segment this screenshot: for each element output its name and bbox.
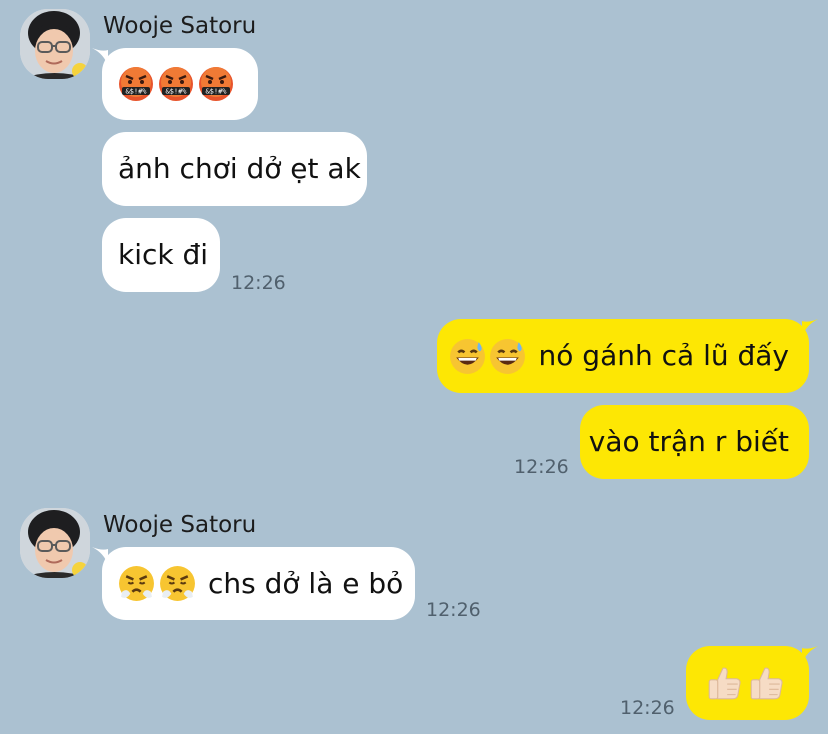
avatar[interactable]: [20, 9, 90, 79]
timestamp: 12:26: [231, 272, 286, 294]
emoji-row: [118, 565, 200, 602]
bubble-tail: [802, 319, 818, 337]
message-text: chs dở là e bỏ: [208, 566, 404, 600]
cursing-face-emoji-icon: &$!#%: [159, 67, 193, 101]
message-text: ảnh chơi dở ẹt ak: [118, 152, 361, 185]
message-bubble[interactable]: vào trận r biết: [580, 405, 809, 479]
sender-name: Wooje Satoru: [103, 13, 257, 39]
message-text: nó gánh cả lũ đấy: [538, 339, 789, 372]
svg-text:&$!#%: &$!#%: [125, 88, 147, 96]
huffing-face-emoji-icon: [119, 566, 154, 601]
emoji-row: [705, 664, 789, 702]
message-bubble[interactable]: ảnh chơi dở ẹt ak: [102, 132, 367, 206]
timestamp: 12:26: [426, 599, 481, 621]
timestamp: 12:26: [620, 697, 675, 719]
grinning-sweat-emoji-icon: [489, 338, 525, 374]
message-bubble[interactable]: kick đi: [102, 218, 220, 292]
svg-text:&$!#%: &$!#%: [205, 88, 227, 96]
timestamp: 12:26: [514, 456, 569, 478]
bubble-tail: [802, 646, 818, 664]
avatar[interactable]: [20, 508, 90, 578]
message-text: kick đi: [118, 238, 209, 271]
thumbs-up-emoji-icon: [750, 667, 783, 700]
message-bubble[interactable]: [686, 646, 809, 720]
message-text: vào trận r biết: [588, 425, 789, 458]
emoji-row: &$!#% &$!#% &$!#%: [118, 66, 238, 102]
emoji-row: [449, 338, 529, 375]
cursing-face-emoji-icon: &$!#%: [199, 67, 233, 101]
sender-name: Wooje Satoru: [103, 512, 257, 538]
cursing-face-emoji-icon: &$!#%: [119, 67, 153, 101]
message-bubble[interactable]: chs dở là e bỏ: [102, 547, 415, 620]
message-bubble[interactable]: nó gánh cả lũ đấy: [437, 319, 809, 393]
profile-photo-icon: [20, 9, 90, 79]
huffing-face-emoji-icon: [160, 566, 195, 601]
grinning-sweat-emoji-icon: [449, 338, 485, 374]
thumbs-up-emoji-icon: [708, 667, 741, 700]
message-bubble[interactable]: &$!#% &$!#% &$!#%: [102, 48, 258, 120]
svg-text:&$!#%: &$!#%: [165, 88, 187, 96]
profile-photo-icon: [20, 508, 90, 578]
